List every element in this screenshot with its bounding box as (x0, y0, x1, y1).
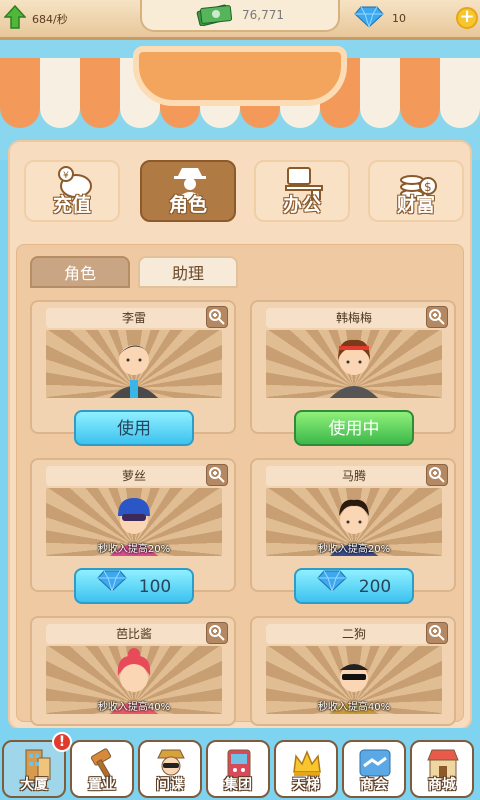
zoom-icon[interactable] (426, 464, 448, 486)
zoom-icon[interactable] (206, 622, 228, 644)
character-name: 韩梅梅 (266, 308, 442, 328)
nav-chamber[interactable]: 商会 (342, 740, 406, 798)
buy-button[interactable]: 200 (294, 568, 414, 604)
svg-text:¥: ¥ (63, 171, 69, 181)
character-portrait (266, 330, 442, 398)
character-card-ergou: 二狗 秒收入提高40% (250, 616, 456, 726)
shop-sign-board (133, 46, 347, 106)
gem-count: 10 (392, 12, 406, 25)
use-button[interactable]: 使用 (74, 410, 194, 446)
category-label: 角色 (168, 194, 207, 216)
nav-label: 置业 (88, 777, 116, 793)
character-name: 二狗 (266, 624, 442, 644)
gem-cost: 200 (358, 577, 392, 597)
gem-display: 10 (354, 6, 406, 31)
nav-label: 间谍 (156, 777, 184, 793)
category-wealth[interactable]: $ 财富 (368, 160, 464, 222)
nav-group[interactable]: 集团 (206, 740, 270, 798)
nav-shop[interactable]: 商城 (410, 740, 474, 798)
nav-label: 集团 (224, 777, 252, 793)
zoom-icon[interactable] (206, 464, 228, 486)
category-office[interactable]: 办公 (254, 160, 350, 222)
add-gems-button[interactable]: + (456, 7, 478, 29)
plus-icon: + (459, 6, 475, 27)
tab-character[interactable]: 角色 (30, 256, 130, 288)
category-label: 财富 (396, 194, 435, 216)
alert-badge: ! (52, 732, 72, 752)
diamond-icon (354, 6, 384, 31)
category-label: 充值 (52, 194, 91, 216)
buy-button[interactable]: 100 (74, 568, 194, 604)
income-arrow-icon (3, 4, 27, 32)
character-card-mateng: 马腾 秒收入提高20% 200 (250, 458, 456, 604)
top-bar: 684/秒 76,771 10 + (0, 0, 480, 40)
character-card-lilei: 李雷 使用 (30, 300, 236, 446)
character-card-rose: 萝丝 秒收入提高20% 100 (30, 458, 236, 604)
income-bonus-text: 秒收入提高20% (97, 544, 171, 555)
income-rate: 684/秒 (3, 4, 68, 32)
category-recharge[interactable]: ¥ 充值 (24, 160, 120, 222)
character-name: 李雷 (46, 308, 222, 328)
diamond-icon (317, 570, 347, 604)
zoom-icon[interactable] (206, 306, 228, 328)
nav-label: 商城 (428, 777, 456, 793)
character-card-hanmeimei: 韩梅梅 使用中 (250, 300, 456, 446)
diamond-icon (97, 570, 127, 604)
income-bonus-text: 秒收入提高40% (97, 702, 171, 713)
cash-amount: 76,771 (242, 8, 284, 22)
zoom-icon[interactable] (426, 306, 448, 328)
zoom-icon[interactable] (426, 622, 448, 644)
character-card-barbie: 芭比酱 秒收入提高40% (30, 616, 236, 726)
category-label: 办公 (282, 194, 321, 216)
gem-cost: 100 (138, 577, 172, 597)
nav-label: 天梯 (292, 777, 320, 793)
nav-property[interactable]: 置业 (70, 740, 134, 798)
cash-display: 76,771 (140, 0, 340, 32)
nav-ladder[interactable]: 天梯 (274, 740, 338, 798)
character-name: 马腾 (266, 466, 442, 486)
nav-label: 商会 (360, 777, 388, 793)
in-use-button[interactable]: 使用中 (294, 410, 414, 446)
tab-assistant[interactable]: 助理 (138, 256, 238, 288)
income-rate-text: 684/秒 (32, 12, 68, 26)
category-character[interactable]: 角色 (140, 160, 236, 222)
character-name: 芭比酱 (46, 624, 222, 644)
nav-label: 大厦 (20, 777, 48, 793)
income-bonus-text: 秒收入提高40% (317, 702, 391, 713)
character-name: 萝丝 (46, 466, 222, 486)
cash-icon (196, 2, 234, 29)
income-bonus-text: 秒收入提高20% (317, 544, 391, 555)
character-portrait (46, 330, 222, 398)
nav-spy[interactable]: 间谍 (138, 740, 202, 798)
